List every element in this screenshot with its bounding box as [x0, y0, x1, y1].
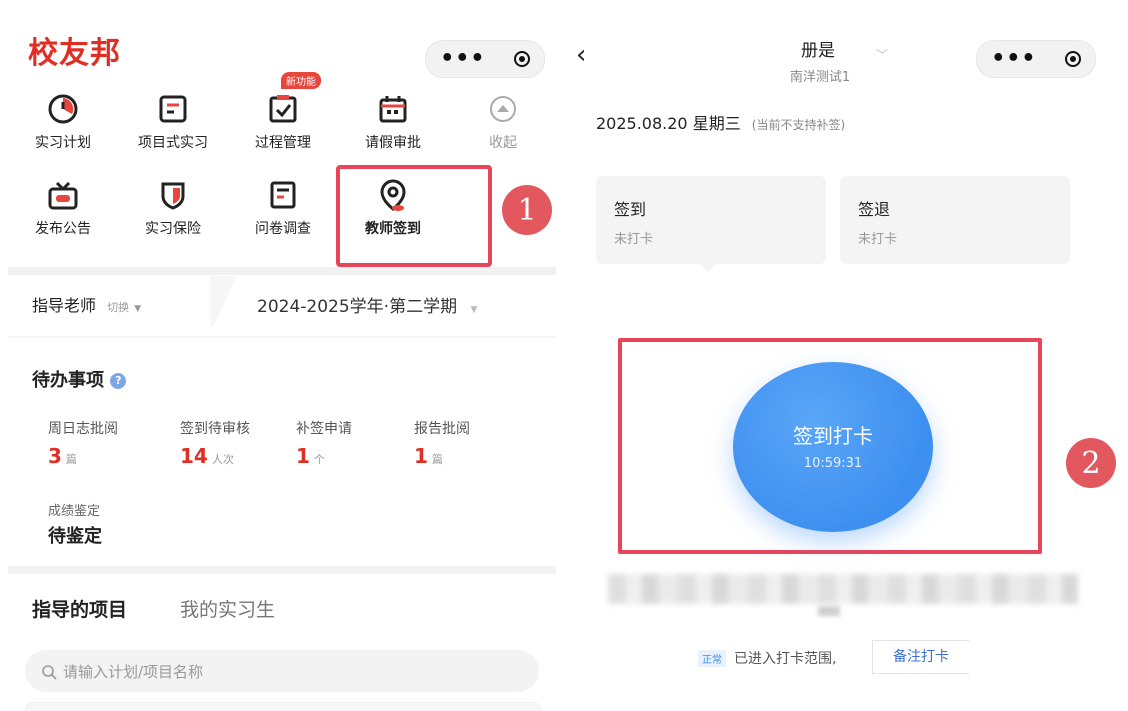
- tab-guided-projects[interactable]: 指导的项目: [32, 595, 127, 622]
- checkin-title: 签到: [614, 200, 647, 219]
- menu-item-insurance[interactable]: 实习保险: [123, 178, 223, 238]
- role-selector[interactable]: 指导老师 切换 ▼: [32, 292, 141, 316]
- chevron-down-icon: ▼: [134, 304, 142, 314]
- section-divider: [8, 336, 556, 338]
- todo-label: 签到待审核: [180, 421, 250, 437]
- calendar-icon: [376, 92, 410, 126]
- help-icon[interactable]: ?: [110, 373, 127, 389]
- redacted-address-tail: [818, 606, 840, 616]
- date-line: 2025.08.20 星期三 (当前不支持补签): [596, 110, 845, 134]
- menu-item-survey[interactable]: 问卷调查: [233, 178, 333, 238]
- punch-in-time: 10:59:31: [803, 456, 863, 471]
- todo-value[interactable]: 1篇: [414, 444, 443, 468]
- menu-item-internship-plan[interactable]: 实习计划: [13, 92, 113, 152]
- close-target-icon[interactable]: [513, 51, 530, 67]
- tab-slant-divider: [210, 276, 240, 326]
- close-target-icon[interactable]: [1064, 51, 1081, 67]
- switch-link[interactable]: 切换: [107, 301, 129, 314]
- tab-my-interns[interactable]: 我的实习生: [180, 595, 275, 622]
- search-bar[interactable]: 请输入计划/项目名称: [25, 650, 539, 692]
- menu-label: 发布公告: [35, 221, 91, 237]
- callout-2: 2: [1066, 438, 1116, 488]
- app-logo: 校友邦: [28, 36, 121, 71]
- chevron-down-icon[interactable]: ﹀: [876, 46, 888, 63]
- menu-item-project-internship[interactable]: 项目式实习: [123, 92, 223, 152]
- remark-punch-button[interactable]: 备注打卡: [872, 640, 969, 674]
- card-pointer: [700, 264, 716, 272]
- menu-label: 实习计划: [35, 135, 91, 151]
- punch-in-button[interactable]: 签到打卡 10:59:31: [733, 362, 933, 532]
- date-text: 2025.08.20 星期三: [596, 114, 741, 133]
- date-note: (当前不支持补签): [751, 118, 846, 132]
- menu-item-announcement[interactable]: 发布公告: [13, 178, 113, 238]
- menu-label: 实习保险: [145, 221, 201, 237]
- nav-title: 册是: [801, 41, 835, 61]
- new-feature-badge: 新功能: [281, 72, 321, 89]
- section-divider: [8, 566, 556, 574]
- checkin-card[interactable]: 签到 未打卡: [596, 176, 826, 264]
- punch-in-label: 签到打卡: [793, 424, 873, 448]
- section-divider: [8, 267, 556, 275]
- back-icon[interactable]: ‹: [576, 42, 586, 68]
- grade-label: 成绩鉴定: [48, 504, 101, 519]
- more-icon[interactable]: •••: [440, 48, 485, 70]
- chevron-down-icon: ▼: [470, 305, 478, 315]
- todo-label: 补签申请: [296, 421, 352, 437]
- todo-label: 周日志批阅: [48, 421, 118, 437]
- nav-subtitle: 南洋测试1: [789, 70, 851, 85]
- menu-label: 请假审批: [365, 135, 421, 151]
- todo-value[interactable]: 14 人次: [180, 444, 234, 468]
- range-text: 已进入打卡范围,: [734, 651, 837, 667]
- checkout-status: 未打卡: [858, 232, 898, 247]
- todo-label: 报告批阅: [414, 421, 470, 437]
- collapse-icon: [486, 92, 520, 126]
- todo-title: 待办事项 ?: [32, 366, 127, 392]
- menu-item-leave-approval[interactable]: 请假审批: [343, 92, 443, 152]
- checkbox-icon: [266, 92, 300, 126]
- grade-value[interactable]: 待鉴定: [48, 522, 102, 548]
- menu-label: 问卷调查: [255, 221, 311, 237]
- range-status: 正常 已进入打卡范围,: [698, 648, 836, 668]
- menu-label: 收起: [489, 135, 517, 151]
- role-label: 指导老师: [32, 296, 97, 315]
- miniprogram-capsule: •••: [425, 40, 545, 78]
- shield-icon: [156, 178, 190, 212]
- menu-item-collapse[interactable]: 收起: [453, 92, 553, 152]
- document-icon: [156, 92, 190, 126]
- checkout-card[interactable]: 签退 未打卡: [840, 176, 1070, 264]
- search-icon: [41, 664, 57, 680]
- menu-label: 项目式实习: [138, 135, 208, 151]
- highlight-box-1: [336, 165, 492, 267]
- menu-label: 过程管理: [255, 135, 311, 151]
- announcement-icon: [46, 178, 80, 212]
- todo-value[interactable]: 1个: [296, 444, 325, 468]
- checkin-status: 未打卡: [614, 232, 654, 247]
- semester-label: 2024-2025学年·第二学期: [257, 297, 458, 317]
- more-icon[interactable]: •••: [991, 48, 1036, 70]
- miniprogram-capsule: •••: [976, 40, 1096, 78]
- survey-icon: [266, 178, 300, 212]
- checkout-title: 签退: [858, 200, 891, 219]
- status-badge: 正常: [698, 649, 726, 667]
- menu-item-process-management[interactable]: 新功能 过程管理: [233, 72, 333, 152]
- search-placeholder: 请输入计划/项目名称: [63, 662, 204, 681]
- semester-selector[interactable]: 2024-2025学年·第二学期 ▼: [257, 292, 477, 317]
- clock-icon: [46, 92, 80, 126]
- callout-1: 1: [502, 185, 552, 235]
- redacted-address: [608, 574, 1078, 604]
- todo-value[interactable]: 3篇: [48, 444, 77, 468]
